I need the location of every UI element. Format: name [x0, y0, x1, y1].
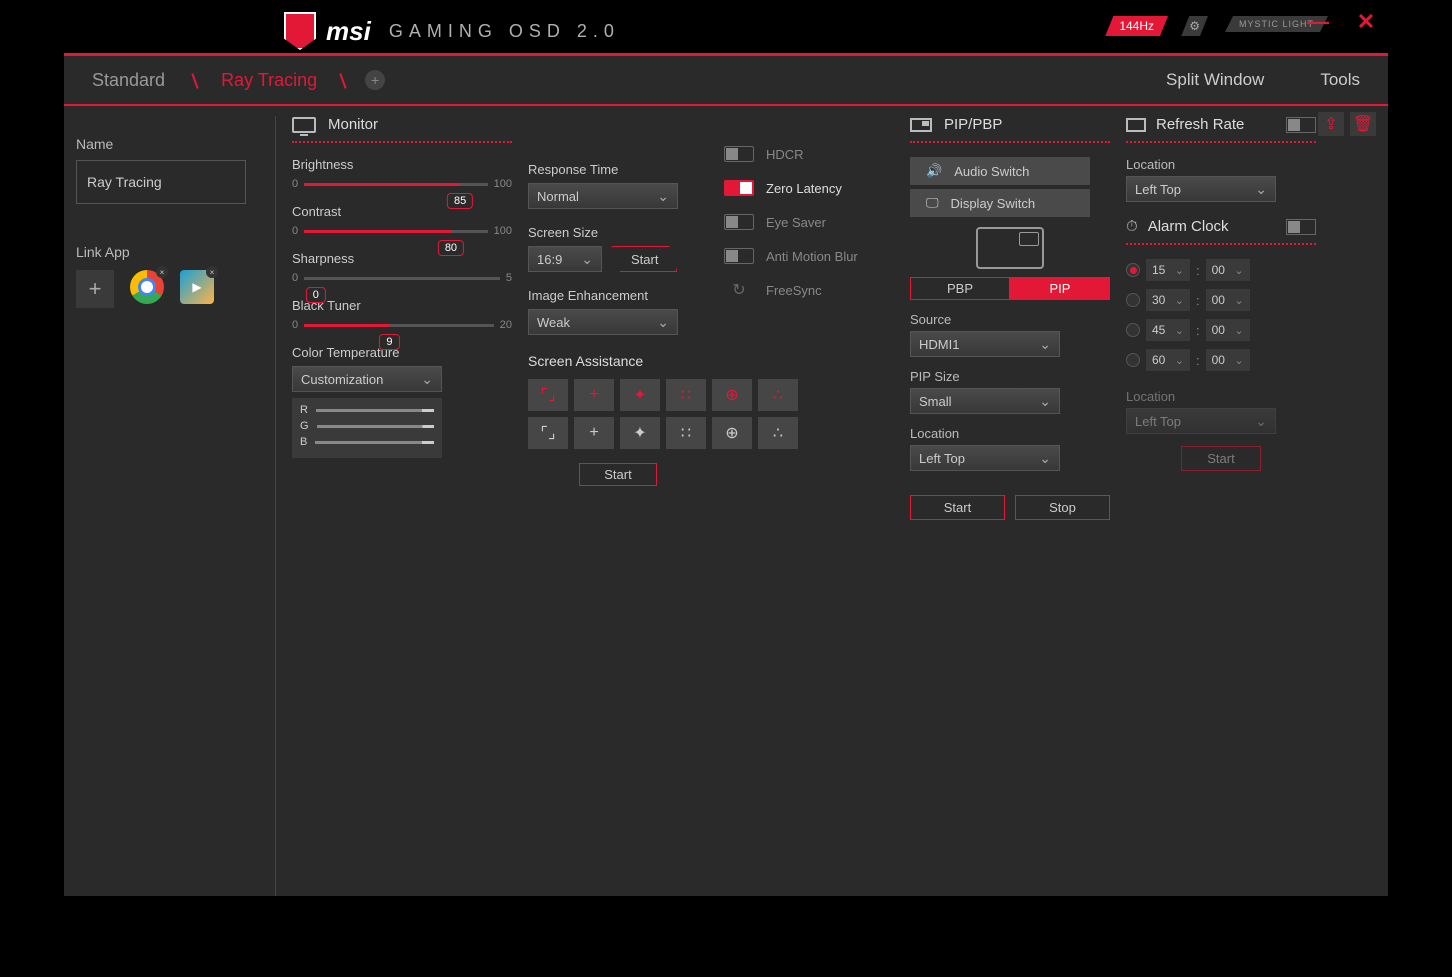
pbp-tab[interactable]: PBP: [910, 277, 1010, 300]
refresh-rate-icon: [1126, 118, 1146, 132]
brand-name: msi: [326, 16, 371, 47]
remove-app-icon[interactable]: ×: [156, 266, 168, 278]
linked-app-chrome[interactable]: ×: [130, 270, 164, 308]
contrast-label: Contrast: [292, 204, 512, 219]
name-label: Name: [76, 136, 275, 152]
screen-size-label: Screen Size: [528, 225, 708, 240]
zero-latency-toggle[interactable]: [724, 180, 754, 196]
alarm-min-4[interactable]: 00: [1206, 349, 1250, 371]
alarm-radio-1[interactable]: [1126, 263, 1140, 277]
refresh-rate-toggle[interactable]: [1286, 117, 1316, 133]
anti-motion-blur-toggle[interactable]: [724, 248, 754, 264]
screen-assistance-label: Screen Assistance: [528, 353, 708, 369]
refresh-rate-title: Refresh Rate: [1156, 116, 1244, 133]
alarm-hour-1[interactable]: 15: [1146, 259, 1190, 281]
pip-size-select[interactable]: Small: [910, 388, 1060, 414]
refresh-rate-badge[interactable]: 144Hz: [1105, 16, 1168, 36]
contrast-slider[interactable]: 80: [304, 230, 488, 233]
brightness-slider[interactable]: 85: [304, 183, 488, 186]
monitor-icon: [292, 117, 316, 133]
pip-start-button[interactable]: Start: [910, 495, 1005, 520]
sharpness-slider[interactable]: 0: [304, 277, 500, 280]
crosshair-7[interactable]: ⌜⌟: [528, 417, 568, 449]
alarm-location-select[interactable]: Left Top: [1126, 408, 1276, 434]
settings-gear-icon[interactable]: ⚙: [1181, 16, 1208, 36]
response-time-label: Response Time: [528, 162, 708, 177]
r-slider[interactable]: [316, 409, 434, 412]
pip-icon: [910, 118, 932, 132]
image-enhancement-select[interactable]: Weak: [528, 309, 678, 335]
freesync-icon: ↻: [724, 282, 754, 298]
tab-ray-tracing[interactable]: Ray Tracing: [193, 56, 345, 104]
alarm-radio-2[interactable]: [1126, 293, 1140, 307]
color-temp-label: Color Temperature: [292, 345, 512, 360]
alarm-min-2[interactable]: 00: [1206, 289, 1250, 311]
speaker-icon: 🔊: [926, 163, 942, 179]
alarm-toggle[interactable]: [1286, 219, 1316, 235]
msi-shield-icon: [284, 12, 316, 50]
tab-split-window[interactable]: Split Window: [1138, 56, 1292, 104]
minimize-button[interactable]: —: [1306, 10, 1330, 34]
color-temp-select[interactable]: Customization: [292, 366, 442, 392]
screen-size-select[interactable]: 16:9: [528, 246, 602, 272]
display-switch-button[interactable]: 🖵Display Switch: [910, 189, 1090, 217]
eye-saver-toggle[interactable]: [724, 214, 754, 230]
display-icon: 🖵: [926, 195, 939, 211]
tab-tools[interactable]: Tools: [1292, 56, 1388, 104]
crosshair-8[interactable]: +: [574, 417, 614, 449]
brightness-label: Brightness: [292, 157, 512, 172]
clock-icon: ⏱: [1126, 218, 1138, 235]
crosshair-2[interactable]: +: [574, 379, 614, 411]
add-profile-button[interactable]: +: [365, 70, 385, 90]
screen-size-start-button[interactable]: Start: [612, 246, 677, 272]
remove-app-icon[interactable]: ×: [206, 266, 218, 278]
link-app-label: Link App: [76, 244, 275, 260]
rr-location-select[interactable]: Left Top: [1126, 176, 1276, 202]
pip-location-select[interactable]: Left Top: [910, 445, 1060, 471]
g-slider[interactable]: [317, 425, 434, 428]
alarm-radio-4[interactable]: [1126, 353, 1140, 367]
black-tuner-slider[interactable]: 9: [304, 324, 494, 327]
alarm-hour-3[interactable]: 45: [1146, 319, 1190, 341]
alarm-radio-3[interactable]: [1126, 323, 1140, 337]
crosshair-4[interactable]: ∷: [666, 379, 706, 411]
pip-layout-diagram: [976, 227, 1044, 269]
add-app-button[interactable]: +: [76, 270, 114, 308]
crosshair-9[interactable]: ✦: [620, 417, 660, 449]
monitor-section-title: Monitor: [328, 116, 378, 133]
response-time-select[interactable]: Normal: [528, 183, 678, 209]
alarm-hour-4[interactable]: 60: [1146, 349, 1190, 371]
pip-stop-button[interactable]: Stop: [1015, 495, 1110, 520]
linked-app-movies[interactable]: ×: [180, 270, 214, 308]
crosshair-10[interactable]: ∷: [666, 417, 706, 449]
pip-section-title: PIP/PBP: [944, 116, 1002, 133]
alarm-hour-2[interactable]: 30: [1146, 289, 1190, 311]
sharpness-label: Sharpness: [292, 251, 512, 266]
alarm-start-button[interactable]: Start: [1181, 446, 1261, 471]
hdcr-toggle[interactable]: [724, 146, 754, 162]
close-button[interactable]: ✕: [1354, 10, 1378, 34]
rgb-adjust-box: R G B: [292, 398, 442, 458]
alarm-clock-title: Alarm Clock: [1148, 218, 1229, 235]
image-enhancement-label: Image Enhancement: [528, 288, 708, 303]
profile-name-input[interactable]: [76, 160, 246, 204]
crosshair-1[interactable]: ⌜⌟: [528, 379, 568, 411]
alarm-min-1[interactable]: 00: [1206, 259, 1250, 281]
crosshair-3[interactable]: ✦: [620, 379, 660, 411]
pip-tab[interactable]: PIP: [1010, 277, 1110, 300]
tab-standard[interactable]: Standard: [64, 56, 193, 104]
audio-switch-button[interactable]: 🔊Audio Switch: [910, 157, 1090, 185]
brand-subtitle: GAMING OSD 2.0: [389, 21, 620, 42]
b-slider[interactable]: [315, 441, 434, 444]
alarm-min-3[interactable]: 00: [1206, 319, 1250, 341]
pip-source-select[interactable]: HDMI1: [910, 331, 1060, 357]
screen-assistance-start-button[interactable]: Start: [579, 463, 656, 486]
